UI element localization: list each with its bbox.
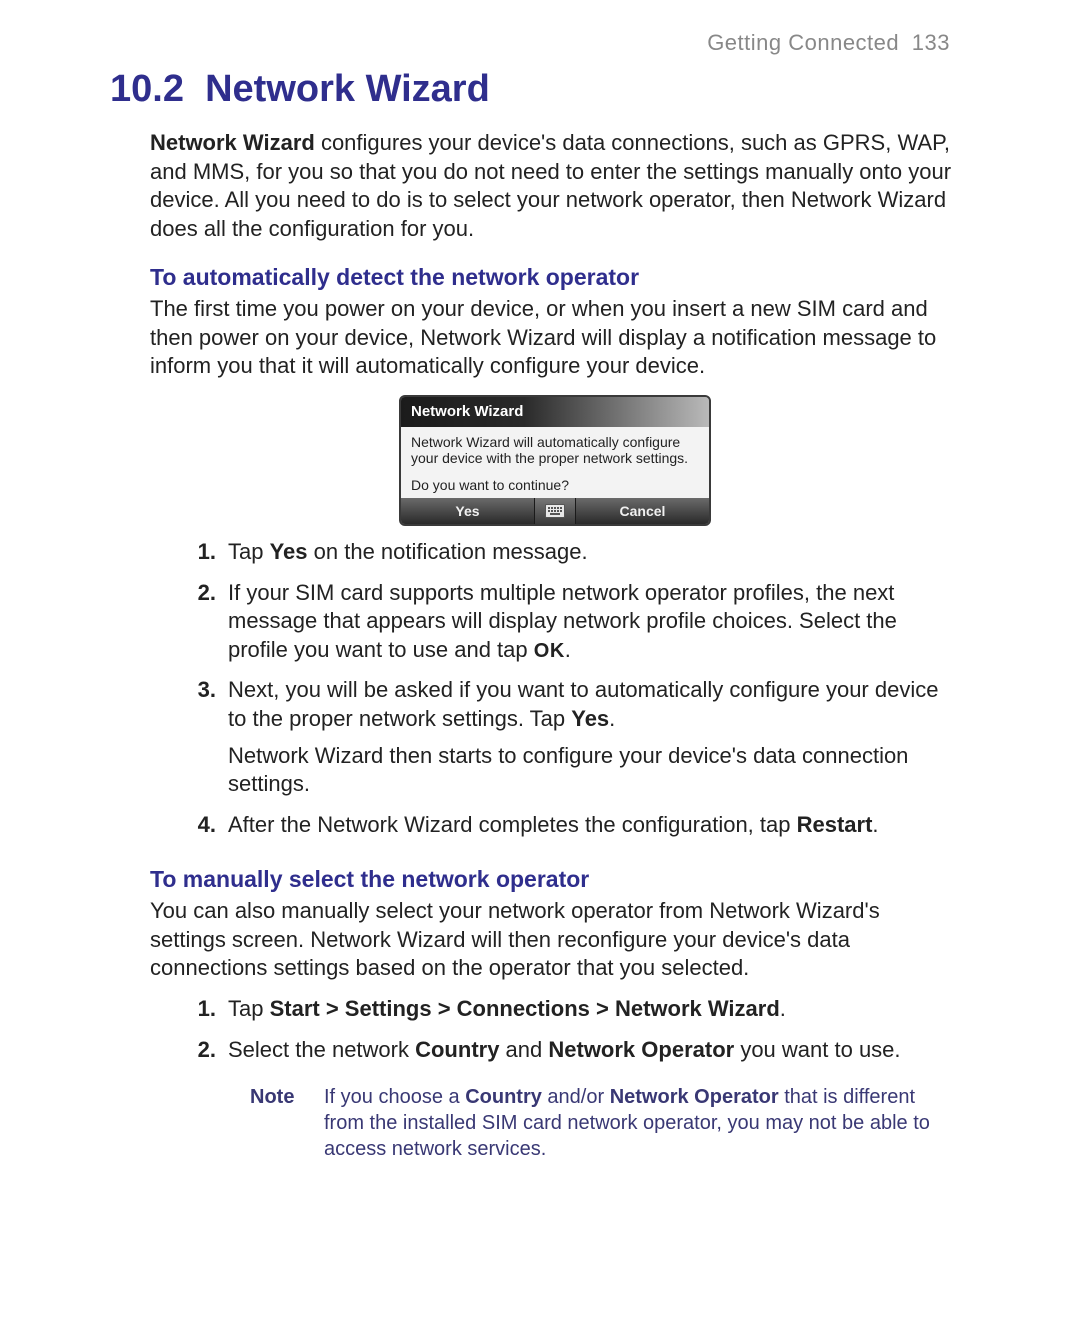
note-label: Note	[250, 1084, 304, 1162]
dialog-line2: Do you want to continue?	[411, 477, 699, 494]
step-text: Select the network Country and Network O…	[228, 1036, 960, 1065]
list-item: 3. Next, you will be asked if you want t…	[190, 676, 960, 798]
chapter-name: Getting Connected	[707, 30, 899, 55]
step-number: 1.	[190, 995, 216, 1024]
step-number: 3.	[190, 676, 216, 798]
body: Network Wizard configures your device's …	[150, 129, 960, 1162]
list-item: 1. Tap Yes on the notification message.	[190, 538, 960, 567]
section-title: 10.2 Network Wizard	[110, 68, 1020, 111]
running-header: Getting Connected 133	[60, 30, 950, 56]
step-text: Next, you will be asked if you want to a…	[228, 676, 960, 798]
step-number: 4.	[190, 811, 216, 840]
dialog-titlebar: Network Wizard	[401, 397, 709, 427]
auto-steps-list: 1. Tap Yes on the notification message. …	[150, 538, 960, 839]
step-text: Tap Yes on the notification message.	[228, 538, 960, 567]
list-item: 2. If your SIM card supports multiple ne…	[190, 579, 960, 665]
dialog-button-bar: Yes Cancel	[401, 498, 709, 524]
step-number: 2.	[190, 1036, 216, 1065]
step-text: After the Network Wizard completes the c…	[228, 811, 960, 840]
keyboard-icon	[535, 498, 576, 524]
step-number: 1.	[190, 538, 216, 567]
step-subtext: Network Wizard then starts to configure …	[228, 742, 960, 799]
note-block: Note If you choose a Country and/or Netw…	[250, 1084, 960, 1162]
auto-paragraph: The first time you power on your device,…	[150, 295, 960, 381]
note-text: If you choose a Country and/or Network O…	[324, 1084, 960, 1162]
dialog-figure: Network Wizard Network Wizard will autom…	[150, 395, 960, 526]
list-item: 1. Tap Start > Settings > Connections > …	[190, 995, 960, 1024]
dialog-yes-button: Yes	[401, 498, 535, 524]
manual-page: Getting Connected 133 10.2 Network Wizar…	[0, 0, 1080, 1327]
step-text: Tap Start > Settings > Connections > Net…	[228, 995, 960, 1024]
dialog-line1: Network Wizard will automatically config…	[411, 434, 699, 468]
list-item: 4. After the Network Wizard completes th…	[190, 811, 960, 840]
manual-heading: To manually select the network operator	[150, 865, 960, 895]
section-name: Network Wizard	[205, 68, 490, 110]
manual-steps-list: 1. Tap Start > Settings > Connections > …	[150, 995, 960, 1064]
manual-paragraph: You can also manually select your networ…	[150, 897, 960, 983]
step-number: 2.	[190, 579, 216, 665]
intro-paragraph: Network Wizard configures your device's …	[150, 129, 960, 243]
network-wizard-dialog: Network Wizard Network Wizard will autom…	[399, 395, 711, 526]
auto-heading: To automatically detect the network oper…	[150, 263, 960, 293]
intro-lead: Network Wizard	[150, 130, 315, 155]
list-item: 2. Select the network Country and Networ…	[190, 1036, 960, 1065]
dialog-content: Network Wizard will automatically config…	[401, 427, 709, 498]
dialog-cancel-button: Cancel	[576, 498, 709, 524]
section-number: 10.2	[110, 68, 184, 110]
page-number: 133	[912, 30, 950, 55]
step-text: If your SIM card supports multiple netwo…	[228, 579, 960, 665]
